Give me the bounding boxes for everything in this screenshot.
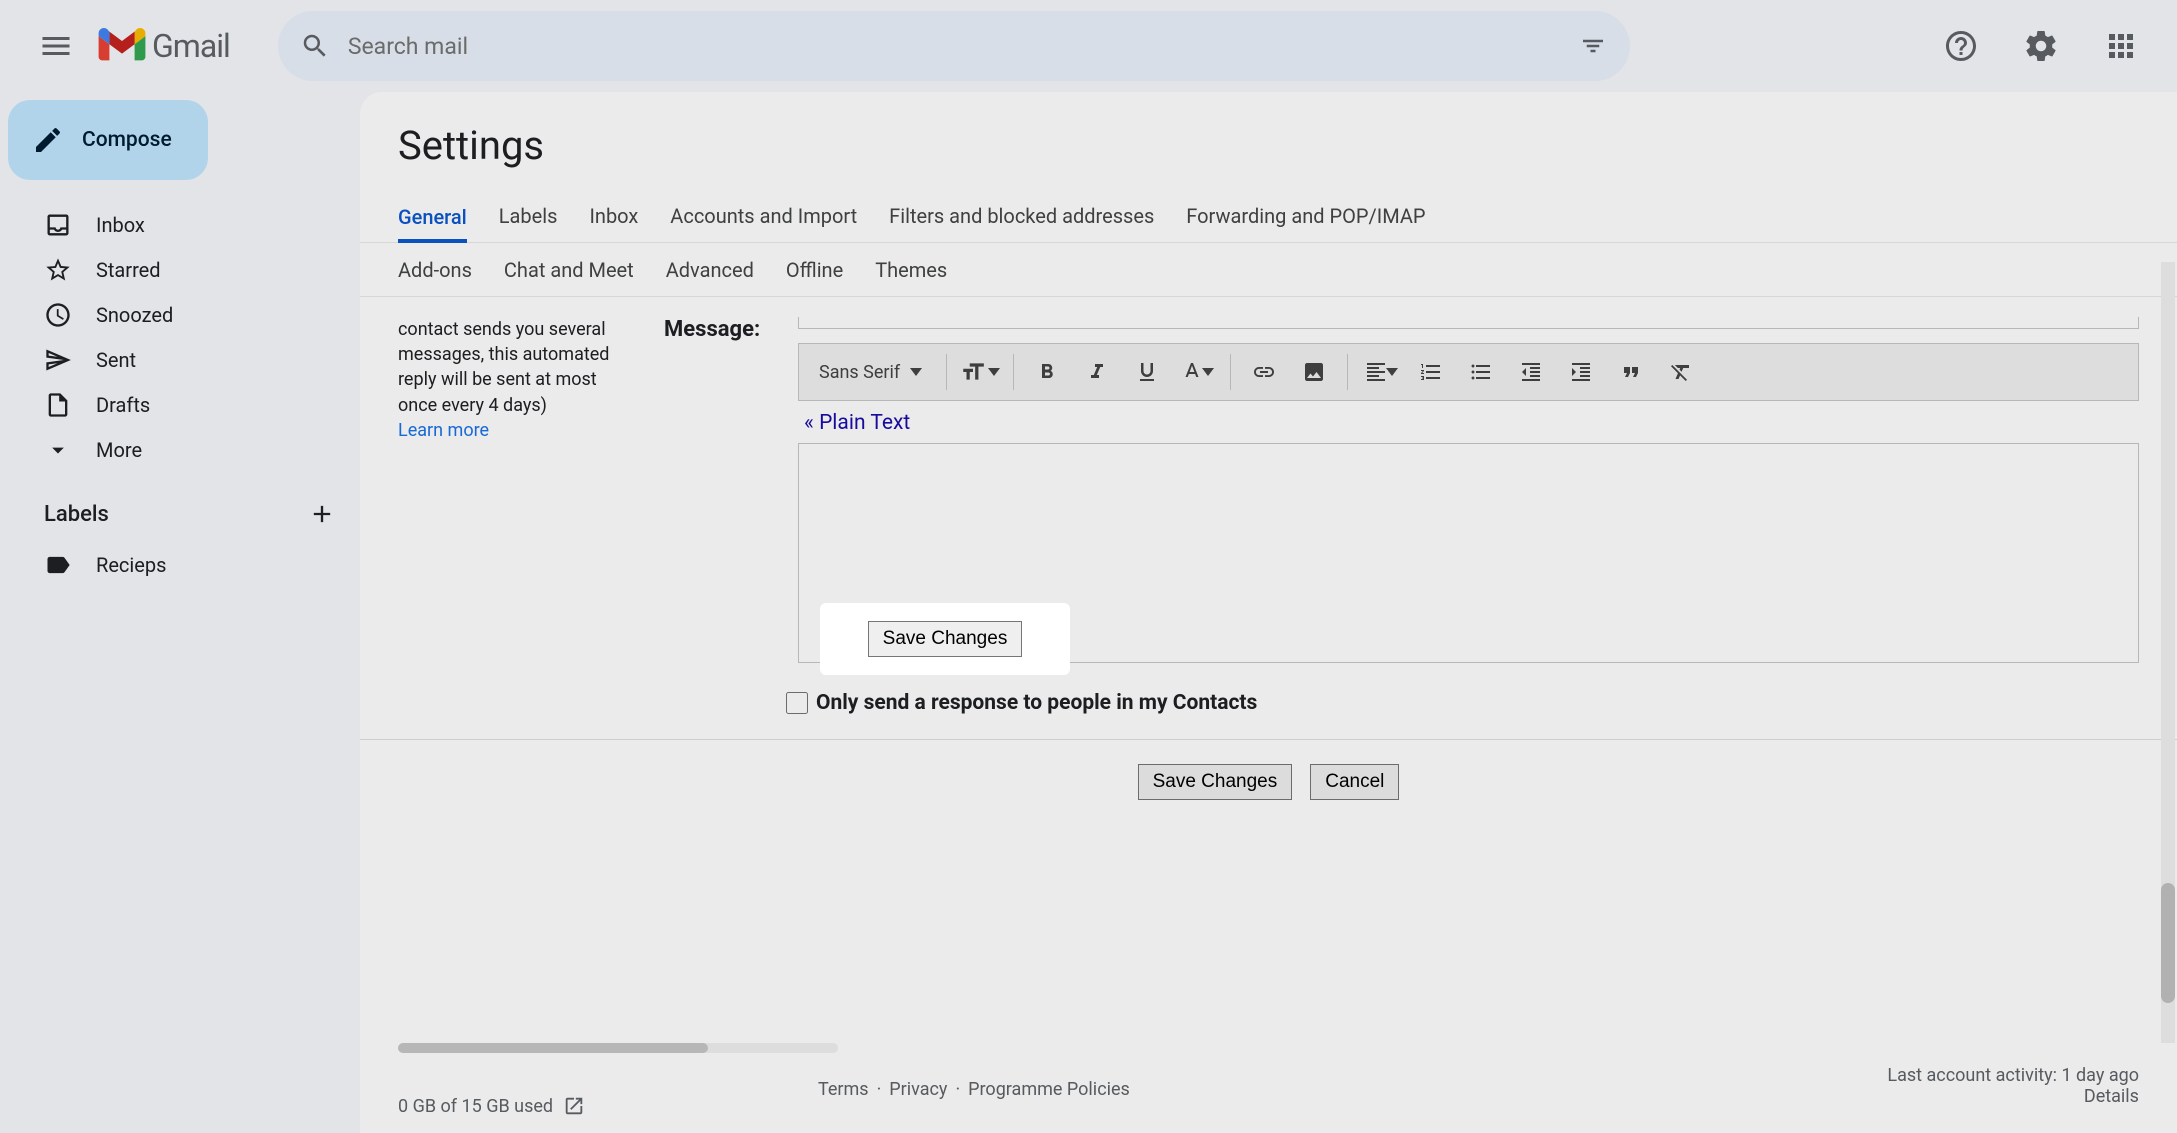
sidebar-item-more[interactable]: More: [8, 427, 360, 472]
subject-input-edge[interactable]: [798, 317, 2139, 329]
tab-forwarding[interactable]: Forwarding and POP/IMAP: [1186, 204, 1425, 242]
policies-link[interactable]: Programme Policies: [968, 1079, 1130, 1100]
horizontal-scrollbar[interactable]: [398, 1043, 838, 1053]
sidebar-item-drafts[interactable]: Drafts: [8, 382, 360, 427]
star-icon: [44, 256, 72, 284]
save-changes-button[interactable]: Save Changes: [1138, 764, 1293, 800]
sidebar-label: More: [96, 438, 142, 462]
inbox-icon: [44, 211, 72, 239]
privacy-link[interactable]: Privacy: [889, 1079, 947, 1100]
labels-heading: Labels: [44, 502, 109, 527]
search-input[interactable]: [348, 33, 1560, 60]
sidebar-item-inbox[interactable]: Inbox: [8, 202, 360, 247]
font-family-select[interactable]: Sans Serif: [809, 352, 936, 392]
tab-themes[interactable]: Themes: [875, 258, 947, 296]
tab-chat[interactable]: Chat and Meet: [504, 258, 634, 296]
compose-label: Compose: [82, 128, 172, 152]
message-label: Message:: [664, 317, 774, 342]
tab-advanced[interactable]: Advanced: [666, 258, 754, 296]
tab-accounts[interactable]: Accounts and Import: [670, 204, 857, 242]
open-in-new-icon[interactable]: [563, 1095, 585, 1117]
clock-icon: [44, 301, 72, 329]
format-toolbar: Sans Serif: [798, 343, 2139, 401]
storage-text: 0 GB of 15 GB used: [398, 1096, 553, 1117]
bold-button[interactable]: [1024, 352, 1070, 392]
account-activity: Last account activity: 1 day ago: [1887, 1065, 2139, 1086]
cancel-button[interactable]: Cancel: [1310, 764, 1399, 800]
tab-labels[interactable]: Labels: [499, 204, 558, 242]
settings-tabs-row2: Add-ons Chat and Meet Advanced Offline T…: [360, 243, 2177, 297]
page-title: Settings: [360, 110, 2177, 189]
contacts-only-label: Only send a response to people in my Con…: [816, 691, 1257, 715]
compose-icon: [32, 124, 64, 156]
image-button[interactable]: [1291, 352, 1337, 392]
sidebar-label: Drafts: [96, 393, 150, 417]
settings-icon[interactable]: [2007, 12, 2075, 80]
tab-filters[interactable]: Filters and blocked addresses: [889, 204, 1154, 242]
tab-offline[interactable]: Offline: [786, 258, 843, 296]
sidebar-label: Recieps: [96, 553, 166, 577]
send-icon: [44, 346, 72, 374]
settings-tabs-row1: General Labels Inbox Accounts and Import…: [360, 189, 2177, 243]
logo-text: Gmail: [152, 27, 230, 65]
search-bar[interactable]: [278, 11, 1630, 81]
support-icon[interactable]: [1927, 12, 1995, 80]
sidebar-label: Starred: [96, 258, 161, 282]
vacation-desc: contact sends you several messages, this…: [398, 317, 640, 443]
plain-text-link[interactable]: « Plain Text: [804, 411, 910, 435]
save-changes-button-highlight[interactable]: Save Changes: [868, 621, 1023, 657]
numbered-list-button[interactable]: [1408, 352, 1454, 392]
link-button[interactable]: [1241, 352, 1287, 392]
sidebar-label: Snoozed: [96, 303, 173, 327]
sidebar-item-starred[interactable]: Starred: [8, 247, 360, 292]
gmail-logo[interactable]: Gmail: [98, 27, 230, 65]
text-color-button[interactable]: [1174, 352, 1220, 392]
underline-button[interactable]: [1124, 352, 1170, 392]
bullet-list-button[interactable]: [1458, 352, 1504, 392]
learn-more-link[interactable]: Learn more: [398, 420, 489, 441]
main-menu-icon[interactable]: [22, 12, 90, 80]
tab-general[interactable]: General: [398, 205, 467, 243]
add-label-icon[interactable]: [308, 500, 336, 528]
save-highlight: Save Changes: [820, 603, 1070, 675]
vertical-scrollbar[interactable]: [2161, 262, 2175, 1043]
search-icon: [300, 31, 330, 61]
italic-button[interactable]: [1074, 352, 1120, 392]
details-link[interactable]: Details: [1887, 1086, 2139, 1107]
sidebar-item-snoozed[interactable]: Snoozed: [8, 292, 360, 337]
footer-links: Terms · Privacy · Programme Policies: [818, 1079, 1130, 1100]
terms-link[interactable]: Terms: [818, 1079, 869, 1100]
apps-icon[interactable]: [2087, 12, 2155, 80]
sidebar-item-sent[interactable]: Sent: [8, 337, 360, 382]
contacts-only-checkbox[interactable]: [786, 692, 808, 714]
chevron-down-icon: [44, 436, 72, 464]
compose-button[interactable]: Compose: [8, 100, 208, 180]
draft-icon: [44, 391, 72, 419]
indent-more-button[interactable]: [1558, 352, 1604, 392]
sidebar-label-recieps[interactable]: Recieps: [8, 542, 360, 587]
sidebar-label: Sent: [96, 348, 136, 372]
label-icon: [44, 551, 72, 579]
remove-format-button[interactable]: [1658, 352, 1704, 392]
align-button[interactable]: [1358, 352, 1404, 392]
quote-button[interactable]: [1608, 352, 1654, 392]
search-options-icon[interactable]: [1578, 31, 1608, 61]
divider: [360, 739, 2177, 740]
indent-less-button[interactable]: [1508, 352, 1554, 392]
tab-addons[interactable]: Add-ons: [398, 258, 472, 296]
tab-inbox[interactable]: Inbox: [589, 204, 638, 242]
sidebar-label: Inbox: [96, 213, 145, 237]
font-size-select[interactable]: [957, 352, 1003, 392]
